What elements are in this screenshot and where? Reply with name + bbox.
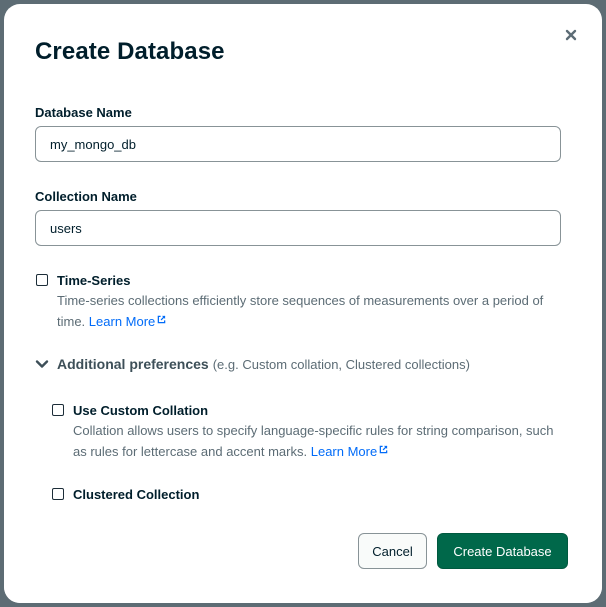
time-series-label: Time-Series — [57, 273, 131, 288]
collection-name-label: Collection Name — [35, 189, 137, 204]
cancel-button[interactable]: Cancel — [358, 533, 427, 569]
additional-preferences-hint: (e.g. Custom collation, Clustered collec… — [212, 356, 470, 372]
close-button[interactable] — [562, 26, 580, 44]
time-series-learn-more-label: Learn More — [88, 314, 156, 329]
close-icon — [565, 29, 577, 41]
additional-preferences-title: Additional preferences — [57, 356, 209, 372]
dialog-footer: Cancel Create Database — [4, 509, 602, 603]
additional-preferences-toggle[interactable]: Additional preferences (e.g. Custom coll… — [35, 356, 470, 372]
custom-collation-description: Collation allows users to specify langua… — [73, 420, 567, 462]
custom-collation-learn-more-link[interactable]: Learn More — [311, 444, 388, 459]
create-database-modal: Create Database Database Name Collection… — [4, 4, 602, 603]
time-series-checkbox[interactable] — [36, 274, 48, 286]
database-name-label: Database Name — [35, 105, 132, 120]
external-link-icon — [158, 315, 166, 324]
database-name-input[interactable] — [35, 126, 561, 162]
create-database-button[interactable]: Create Database — [437, 533, 568, 569]
custom-collation-label: Use Custom Collation — [73, 403, 209, 418]
clustered-collection-label: Clustered Collection — [73, 487, 200, 502]
time-series-learn-more-link[interactable]: Learn More — [89, 314, 166, 329]
dialog-title: Create Database — [35, 38, 225, 65]
custom-collation-checkbox[interactable] — [52, 404, 64, 416]
external-link-icon — [379, 445, 388, 454]
chevron-down-icon — [35, 360, 49, 368]
custom-collation-learn-more-label: Learn More — [310, 444, 378, 459]
collection-name-input[interactable] — [35, 210, 561, 246]
time-series-description: Time-series collections efficiently stor… — [57, 290, 567, 332]
clustered-collection-checkbox[interactable] — [52, 488, 64, 500]
